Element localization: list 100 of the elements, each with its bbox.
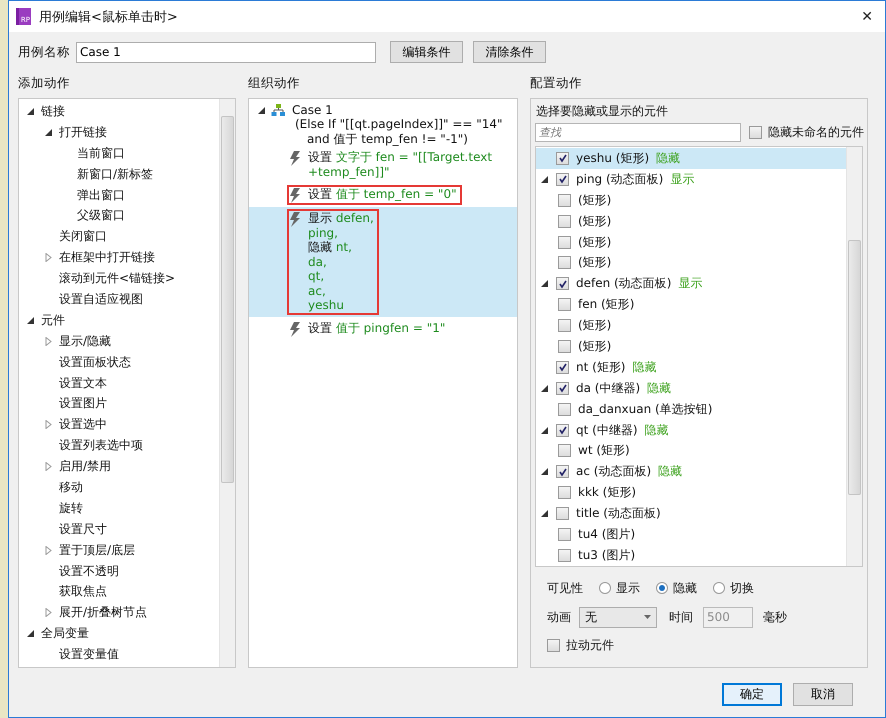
action-item[interactable]: 新窗口/新标签 (77, 166, 154, 183)
checkbox[interactable] (556, 507, 569, 520)
action-item[interactable]: 滚动到元件<锚链接> (59, 270, 176, 288)
condition-button[interactable]: 编辑条件 (390, 41, 463, 63)
checkbox[interactable] (749, 126, 762, 138)
checkbox[interactable] (558, 256, 571, 270)
widget-row[interactable]: tu3 (图片) (536, 544, 846, 566)
checkbox[interactable] (558, 194, 571, 207)
scroll-bar[interactable] (219, 99, 235, 667)
action-item[interactable]: 设置列表选中项 (59, 437, 143, 454)
action-item[interactable]: 设置变量值 (59, 646, 119, 664)
expander-icon[interactable] (540, 426, 549, 435)
widget-row[interactable]: yeshu (矩形) 隐藏 (536, 148, 846, 169)
checkbox[interactable] (558, 214, 571, 228)
checkbox[interactable] (558, 298, 571, 312)
action-item[interactable]: 元件 (41, 312, 65, 329)
checkbox[interactable] (556, 360, 569, 374)
checkbox[interactable] (558, 340, 571, 353)
case-title[interactable]: Case 1 (292, 103, 333, 117)
checkbox[interactable] (558, 528, 571, 541)
action-item[interactable]: 设置图片 (59, 395, 107, 412)
action-item[interactable]: 设置文本 (59, 374, 107, 392)
checkbox[interactable] (556, 152, 569, 165)
action-item[interactable]: 置于顶层/底层 (59, 542, 136, 559)
widget-row[interactable]: kkk (矩形) (536, 482, 846, 504)
widget-row[interactable]: ac (动态面板) 隐藏 (536, 461, 846, 482)
case-name-field[interactable]: Case 1 (76, 42, 376, 62)
action-item[interactable]: 当前窗口 (77, 144, 125, 162)
widget-row[interactable]: nt (矩形) 隐藏 (536, 356, 846, 378)
expander-icon[interactable] (26, 106, 35, 116)
radio-option[interactable]: 切换 (713, 580, 754, 596)
expander-icon[interactable] (26, 629, 35, 638)
radio-option[interactable]: 显示 (599, 580, 640, 596)
action-item[interactable]: 移动 (59, 478, 83, 496)
action-item[interactable]: 全局变量 (41, 625, 89, 642)
checkbox[interactable] (547, 638, 560, 652)
radio-option[interactable]: 隐藏 (656, 580, 697, 596)
expander-icon[interactable] (540, 279, 549, 288)
checkbox[interactable] (558, 236, 571, 248)
action-row[interactable]: 设置 值于 temp_fen = "0" (249, 183, 517, 207)
search-field[interactable]: 查找 (535, 122, 741, 142)
radio-button[interactable] (713, 582, 725, 594)
checkbox[interactable] (556, 424, 569, 437)
action-item[interactable]: 弹出窗口 (77, 186, 125, 204)
checkbox[interactable] (556, 277, 569, 290)
widget-row[interactable]: tu4 (图片) (536, 524, 846, 545)
radio-button[interactable] (599, 582, 611, 594)
action-item[interactable]: 设置选中 (59, 416, 107, 434)
action-row[interactable]: 显示 defen, ping, 隐藏 nt, da, qt, ac, yeshu (249, 207, 517, 316)
animation-dropdown[interactable]: 无 (579, 606, 657, 628)
widget-row[interactable]: fen (矩形) (536, 294, 846, 316)
checkbox[interactable] (556, 465, 569, 478)
widget-row[interactable]: (矩形) (536, 336, 846, 357)
widget-row[interactable]: (矩形) (536, 252, 846, 274)
expander-icon[interactable] (540, 384, 549, 393)
radio-button[interactable] (656, 582, 668, 594)
action-item[interactable]: 设置面板状态 (59, 354, 131, 371)
widget-row[interactable]: wt (矩形) (536, 440, 846, 462)
widget-row[interactable]: (矩形) (536, 210, 846, 232)
action-item[interactable]: 父级窗口 (77, 207, 125, 224)
checkbox[interactable] (558, 319, 571, 332)
action-item[interactable]: 设置不透明 (59, 562, 119, 580)
widget-row[interactable]: (矩形) (536, 232, 846, 252)
checkbox[interactable] (556, 172, 569, 186)
action-item[interactable]: 打开链接 (59, 124, 107, 141)
action-item[interactable]: 设置尺寸 (59, 520, 107, 538)
widget-row[interactable]: (矩形) (536, 315, 846, 336)
checkbox[interactable] (558, 548, 571, 562)
widget-row[interactable]: ping (动态面板) 显示 (536, 168, 846, 190)
action-item[interactable]: 链接 (41, 102, 65, 120)
checkbox[interactable] (556, 382, 569, 395)
expander-icon[interactable] (44, 128, 53, 137)
action-item[interactable]: 获取焦点 (59, 583, 107, 600)
action-item[interactable]: 显示/隐藏 (59, 332, 112, 350)
action-row[interactable]: 设置 文字于 fen = "[[Target.text +temp_fen]]" (249, 146, 517, 183)
action-item[interactable]: 启用/禁用 (59, 458, 112, 476)
close-button[interactable]: ✕ (857, 8, 877, 24)
expander-icon[interactable] (540, 174, 549, 184)
action-item[interactable]: 旋转 (59, 500, 83, 517)
action-item[interactable]: 关闭窗口 (59, 228, 107, 246)
widget-row[interactable]: defen (动态面板) 显示 (536, 273, 846, 294)
widget-row[interactable]: da_danxuan (单选按钮) (536, 398, 846, 420)
checkbox[interactable] (558, 402, 571, 416)
widget-row[interactable]: (矩形) (536, 190, 846, 211)
action-item[interactable]: 展开/折叠树节点 (59, 604, 148, 622)
expander-icon[interactable] (540, 509, 549, 518)
action-item[interactable]: 在框架中打开链接 (59, 249, 155, 266)
expander-icon[interactable] (540, 467, 549, 476)
scroll-bar[interactable] (846, 147, 862, 566)
checkbox[interactable] (558, 486, 571, 500)
checkbox[interactable] (558, 444, 571, 458)
expander-icon[interactable] (26, 316, 35, 325)
expander-icon[interactable] (257, 106, 266, 114)
action-row[interactable]: 设置 值于 pingfen = "1" (249, 316, 517, 340)
dialog-button[interactable]: 取消 (793, 683, 853, 706)
widget-row[interactable]: title (动态面板) (536, 503, 846, 524)
widget-row[interactable]: qt (中继器) 隐藏 (536, 420, 846, 440)
condition-button[interactable]: 清除条件 (473, 41, 546, 63)
widget-row[interactable]: da (中继器) 隐藏 (536, 378, 846, 399)
dialog-button[interactable]: 确定 (722, 683, 782, 706)
